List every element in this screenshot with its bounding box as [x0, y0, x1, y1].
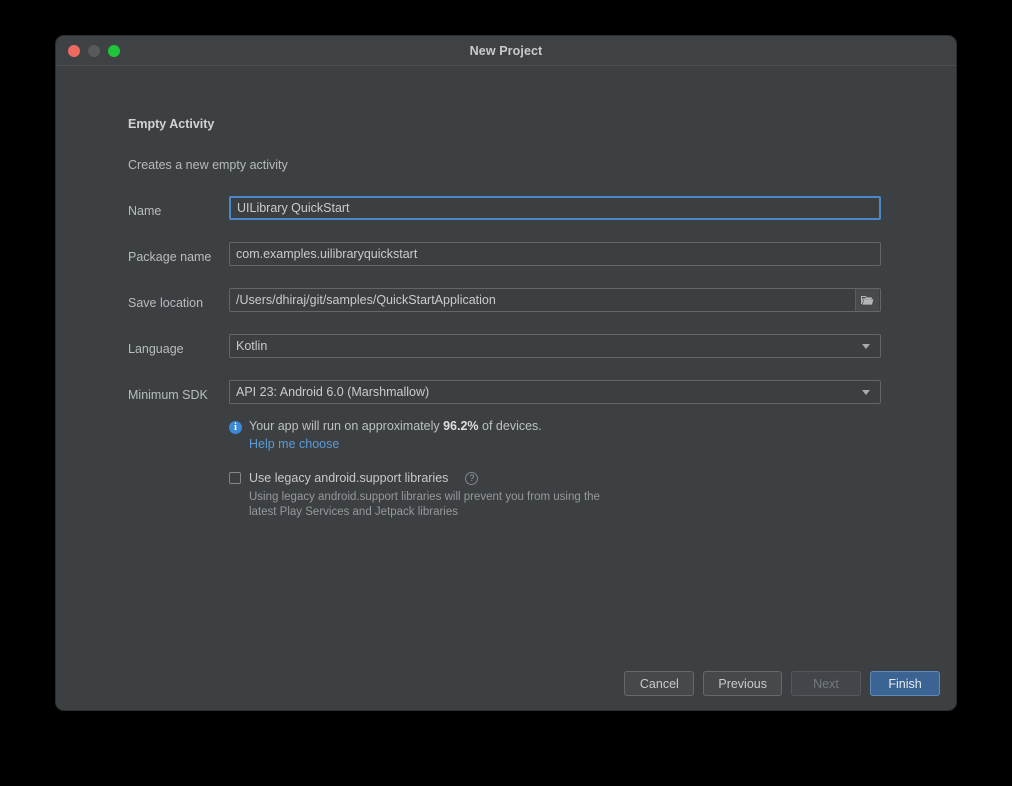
save-location-value: /Users/dhiraj/git/samples/QuickStartAppl…	[236, 293, 496, 307]
legacy-libraries-block: Use legacy android.support libraries ? U…	[229, 471, 609, 520]
window-title: New Project	[469, 43, 543, 58]
help-me-choose-link[interactable]: Help me choose	[249, 437, 542, 451]
cancel-button[interactable]: Cancel	[624, 671, 695, 696]
legacy-libraries-checkbox[interactable]	[229, 472, 241, 484]
chevron-down-glyph	[862, 343, 870, 349]
legacy-libraries-label: Use legacy android.support libraries	[249, 471, 449, 485]
window-titlebar: New Project	[56, 36, 956, 66]
chevron-down-icon[interactable]	[858, 343, 874, 349]
form-row-minimum-sdk: Minimum SDK API 23: Android 6.0 (Marshmal…	[56, 374, 956, 420]
legacy-libraries-description: Using legacy android.support libraries w…	[249, 491, 600, 518]
project-name-input[interactable]: UILibrary QuickStart	[229, 196, 881, 220]
minimum-sdk-select[interactable]: API 23: Android 6.0 (Marshmallow)	[229, 380, 881, 404]
previous-button[interactable]: Previous	[703, 671, 782, 696]
save-location-input[interactable]: /Users/dhiraj/git/samples/QuickStartAppl…	[229, 288, 881, 312]
info-circle-icon: i	[229, 421, 242, 434]
page-title: Empty Activity	[128, 117, 215, 131]
minimize-button[interactable]	[88, 44, 100, 57]
close-button[interactable]	[68, 44, 80, 57]
package-name-label: Package name	[128, 250, 212, 264]
form-row-save-location: Save location/Users/dhiraj/git/samples/Q…	[56, 282, 956, 328]
chevron-down-icon[interactable]	[858, 389, 874, 395]
dialog-footer: Cancel Previous Next Finish	[624, 671, 940, 696]
package-name-input[interactable]: com.examples.uilibraryquickstart	[229, 242, 881, 266]
next-button: Next	[791, 671, 861, 696]
maximize-button[interactable]	[108, 44, 120, 57]
new-project-dialog-window: New Project Empty Activity Creates a new…	[56, 36, 956, 710]
finish-button[interactable]: Finish	[870, 671, 940, 696]
project-name-label: Name	[128, 204, 162, 218]
language-label: Language	[128, 342, 184, 356]
window-controls	[56, 44, 120, 57]
project-name-value: UILibrary QuickStart	[237, 201, 350, 215]
language-value: Kotlin	[236, 339, 268, 353]
minimum-sdk-label: Minimum SDK	[128, 388, 208, 402]
form-row-project-name: Name UILibrary QuickStart	[56, 190, 956, 236]
dialog-content: Empty Activity Creates a new empty activ…	[56, 66, 956, 710]
minimum-sdk-value: API 23: Android 6.0 (Marshmallow)	[236, 385, 430, 399]
form-row-language: Language Kotlin	[56, 328, 956, 374]
coverage-text-after: of devices.	[478, 419, 542, 433]
form-row-package-name: Package name com.examples.uilibraryquicks…	[56, 236, 956, 282]
legacy-libraries-row[interactable]: Use legacy android.support libraries ?	[229, 471, 609, 485]
coverage-text-before: Your app will run on approximately	[249, 419, 444, 433]
page-subtitle: Creates a new empty activity	[128, 158, 288, 172]
project-form: Name UILibrary QuickStart Package name com.…	[56, 190, 956, 420]
device-coverage-text: Your app will run on approximately 96.2%…	[249, 419, 542, 433]
screen: New Project Empty Activity Creates a new…	[0, 0, 1012, 786]
language-select[interactable]: Kotlin	[229, 334, 881, 358]
device-coverage-info: i Your app will run on approximately 96.…	[229, 419, 542, 451]
folder-icon[interactable]	[855, 289, 879, 311]
package-name-value: com.examples.uilibraryquickstart	[236, 247, 418, 261]
coverage-percent: 96.2%	[443, 419, 479, 433]
question-circle-icon[interactable]: ?	[465, 471, 479, 485]
chevron-down-glyph	[862, 389, 870, 395]
save-location-label: Save location	[128, 296, 204, 310]
